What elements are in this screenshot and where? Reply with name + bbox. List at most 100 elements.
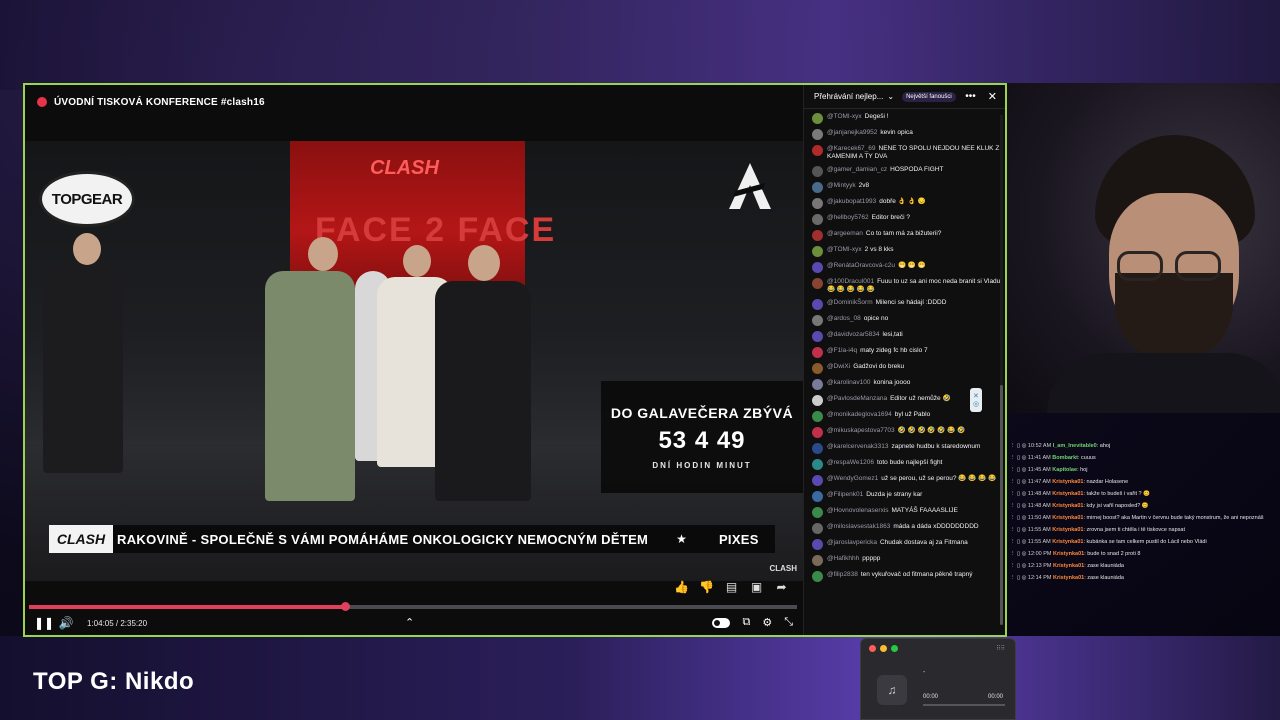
- chat-username[interactable]: @Mintyyk: [827, 182, 856, 189]
- progress-bar[interactable]: [29, 602, 797, 611]
- chat-username[interactable]: @davidvozar5834: [827, 331, 880, 338]
- stream-chat-name[interactable]: Kapitolae: [1052, 467, 1077, 473]
- chat-mode-select[interactable]: Přehrávání nejlep...: [814, 92, 883, 101]
- mod-icons[interactable]: ⋮ ▯ ◎: [1010, 455, 1028, 461]
- mod-icons[interactable]: ⋮ ▯ ◎: [1010, 539, 1028, 545]
- video-frame[interactable]: CLASH FACE 2 FACE TOPGEAR DO GALAVEČERA …: [25, 141, 803, 581]
- avatar[interactable]: [812, 379, 823, 390]
- video-player[interactable]: ÚVODNÍ TISKOVÁ KONFERENCE #clash16 CLASH…: [25, 85, 803, 635]
- pause-icon[interactable]: ❚❚: [33, 616, 55, 630]
- mini-progress-bar[interactable]: [923, 704, 1005, 706]
- chat-username[interactable]: @F1la-i4q: [827, 347, 857, 354]
- chat-username[interactable]: @PavlosdeManzana: [827, 395, 887, 402]
- more-options-icon[interactable]: •••: [965, 91, 976, 102]
- mod-icons[interactable]: ⋮ ▯ ◎: [1010, 443, 1028, 449]
- video-title[interactable]: ÚVODNÍ TISKOVÁ KONFERENCE #clash16: [54, 97, 265, 108]
- stream-chat-name[interactable]: Kristynka01: [1052, 527, 1083, 533]
- subtitles-icon[interactable]: ⧉: [742, 616, 750, 629]
- stream-chat-name[interactable]: I_am_Inevitable0: [1053, 443, 1097, 449]
- chat-username[interactable]: @DominikŠorm: [827, 299, 873, 306]
- like-icon[interactable]: 👍: [674, 579, 689, 594]
- share-icon[interactable]: ➦: [774, 579, 789, 594]
- chat-scroll-thumb[interactable]: [1000, 385, 1003, 625]
- avatar[interactable]: [812, 129, 823, 140]
- chat-username[interactable]: @gamer_damian_cz: [827, 166, 887, 173]
- avatar[interactable]: [812, 182, 823, 193]
- grip-icon[interactable]: ⠿⠿: [996, 645, 1005, 652]
- chat-username[interactable]: @Hafikhhh: [827, 555, 859, 562]
- chat-username[interactable]: @Filipenk01: [827, 491, 863, 498]
- chat-username[interactable]: @respaWe1206: [827, 459, 874, 466]
- mini-music-player[interactable]: ⠿⠿ ♫ - 00:00 00:00: [860, 638, 1016, 720]
- chat-username[interactable]: @jakubopat1993: [827, 198, 876, 205]
- mod-icons[interactable]: ⋮ ▯ ◎: [1010, 527, 1028, 533]
- avatar[interactable]: [812, 230, 823, 241]
- chat-username[interactable]: @filip2838: [827, 571, 858, 578]
- chat-username[interactable]: @WendyGomez1: [827, 475, 878, 482]
- chat-username[interactable]: @ardos_08: [827, 315, 861, 322]
- stream-chat-name[interactable]: Kristynka01: [1052, 515, 1083, 521]
- close-dot-icon[interactable]: [869, 645, 876, 652]
- avatar[interactable]: [812, 491, 823, 502]
- close-icon[interactable]: ✕: [988, 90, 997, 103]
- chat-username[interactable]: @karolinav100: [827, 379, 870, 386]
- avatar[interactable]: [812, 459, 823, 470]
- mod-icons[interactable]: ⋮ ▯ ◎: [1010, 575, 1028, 581]
- chat-icon[interactable]: ▣: [749, 579, 764, 594]
- autoplay-toggle[interactable]: [712, 617, 731, 628]
- dislike-icon[interactable]: 👎: [699, 579, 714, 594]
- chat-username[interactable]: @100Dracul001: [827, 278, 874, 285]
- chat-username[interactable]: @hellboy5762: [827, 214, 869, 221]
- avatar[interactable]: [812, 299, 823, 310]
- chevron-up-icon[interactable]: ⌃: [405, 616, 414, 629]
- avatar[interactable]: [812, 395, 823, 406]
- stream-chat-name[interactable]: Bombarkt: [1052, 455, 1078, 461]
- top-fans-pill[interactable]: Největší fanoušci: [902, 91, 956, 102]
- chat-username[interactable]: @Hovnovolenaserxis: [827, 507, 889, 514]
- chat-username[interactable]: @monikadeglova1694: [827, 411, 892, 418]
- mod-icons[interactable]: ⋮ ▯ ◎: [1010, 479, 1028, 485]
- avatar[interactable]: [812, 475, 823, 486]
- avatar[interactable]: [812, 427, 823, 438]
- chat-message-list[interactable]: @TOMI-xyx Degeši ! @janjanejka9952 kevin op…: [804, 109, 1005, 635]
- chat-username[interactable]: @RenátaOravcová-c2u: [827, 262, 895, 269]
- comment-icon[interactable]: ▤: [724, 579, 739, 594]
- avatar[interactable]: [812, 278, 823, 289]
- avatar[interactable]: [812, 246, 823, 257]
- chat-username[interactable]: @miloslavsestak1863: [827, 523, 890, 530]
- avatar[interactable]: [812, 443, 823, 454]
- avatar[interactable]: [812, 145, 823, 156]
- maximize-dot-icon[interactable]: [891, 645, 898, 652]
- volume-icon[interactable]: 🔊: [55, 616, 77, 630]
- collapse-icon[interactable]: ⤡: [784, 616, 793, 629]
- chat-username[interactable]: @mikuskapestova7703: [827, 427, 895, 434]
- mod-icons[interactable]: ⋮ ▯ ◎: [1010, 467, 1028, 473]
- mod-icons[interactable]: ⋮ ▯ ◎: [1010, 491, 1028, 497]
- chat-username[interactable]: @TOMI-xyx: [827, 113, 862, 120]
- chat-username[interactable]: @argeeman: [827, 230, 863, 237]
- avatar[interactable]: [812, 113, 823, 124]
- mod-icons[interactable]: ⋮ ▯ ◎: [1010, 503, 1028, 509]
- chat-username[interactable]: @TOMI-xyx: [827, 246, 862, 253]
- chat-username[interactable]: @karelcervenak3313: [827, 443, 889, 450]
- minimize-dot-icon[interactable]: [880, 645, 887, 652]
- mod-icons[interactable]: ⋮ ▯ ◎: [1010, 551, 1028, 557]
- stream-chat-name[interactable]: Kristynka01: [1052, 491, 1083, 497]
- chat-username[interactable]: @Karecek67_69: [827, 145, 876, 152]
- avatar[interactable]: [812, 315, 823, 326]
- avatar[interactable]: [812, 331, 823, 342]
- avatar[interactable]: [812, 347, 823, 358]
- avatar[interactable]: [812, 571, 823, 582]
- avatar[interactable]: [812, 523, 823, 534]
- avatar[interactable]: [812, 363, 823, 374]
- avatar[interactable]: [812, 214, 823, 225]
- avatar[interactable]: [812, 198, 823, 209]
- side-bubble-icon[interactable]: ✕ ◎: [970, 388, 982, 412]
- progress-knob[interactable]: [341, 602, 351, 611]
- avatar[interactable]: [812, 507, 823, 518]
- stream-chat-name[interactable]: Kristynka01: [1052, 503, 1083, 509]
- stream-chat-name[interactable]: Kristynka01: [1053, 551, 1084, 557]
- stream-chat-name[interactable]: Kristynka01: [1052, 479, 1083, 485]
- chevron-down-icon[interactable]: ⌄: [887, 92, 894, 101]
- chat-username[interactable]: @janjanejka9952: [827, 129, 877, 136]
